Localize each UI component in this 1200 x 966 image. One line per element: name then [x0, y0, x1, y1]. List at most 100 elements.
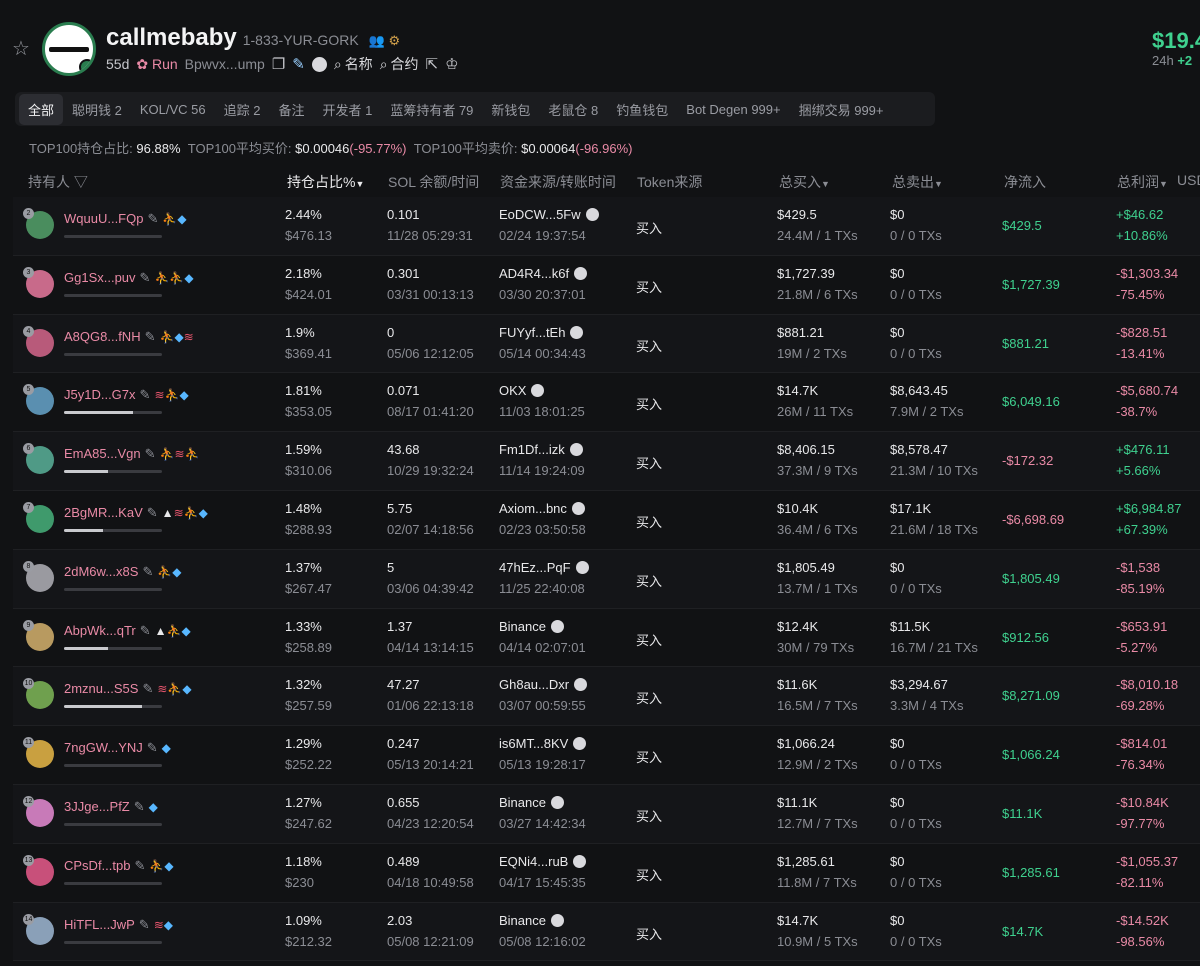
holder-address[interactable]: 3JJge...PfZ [64, 799, 130, 814]
favorite-star-icon[interactable]: ☆ [12, 38, 34, 60]
holder-address[interactable]: A8QG8...fNH [64, 329, 141, 344]
search-contract-link[interactable]: ⌕ 合约 [380, 54, 419, 74]
table-row[interactable]: 2 WquuU...FQp ✎ ⛹◆ 2.44% $476.13 0.101 11/… [13, 197, 1200, 256]
fund-source[interactable]: 47hEz...PqF [499, 560, 589, 575]
fund-source[interactable]: FUYyf...tEh [499, 325, 584, 340]
edit-icon[interactable]: ✎ [139, 917, 150, 932]
tab-5[interactable]: 开发者 1 [313, 94, 381, 125]
external-link-icon[interactable]: ⇱ [426, 55, 439, 73]
holder-cell[interactable]: CPsDf...tpb ✎ ⛹◆ [64, 858, 174, 874]
fund-source[interactable]: AD4R4...k6f [499, 266, 588, 281]
holder-cell[interactable]: EmA85...Vgn ✎ ⛹≋⛹ [64, 446, 199, 462]
col-token-source[interactable]: Token来源 [637, 172, 702, 192]
fund-source[interactable]: EQNi4...ruB [499, 854, 587, 869]
table-row[interactable]: 9 AbpWk...qTr ✎ ▲⛹◆ 1.33% $258.89 1.37 04/… [13, 609, 1200, 668]
tab-4[interactable]: 备注 [269, 94, 313, 125]
source-menu-icon[interactable] [570, 325, 584, 339]
fund-source[interactable]: Gh8au...Dxr [499, 677, 588, 692]
menu-circle-icon[interactable] [311, 56, 327, 72]
fund-source[interactable]: Axiom...bnc [499, 501, 585, 516]
holder-address[interactable]: AbpWk...qTr [64, 623, 136, 638]
holder-cell[interactable]: Gg1Sx...puv ✎ ⛹⛹◆ [64, 270, 194, 286]
fund-source[interactable]: Binance [499, 913, 564, 928]
edit-icon[interactable]: ✎ [145, 446, 156, 461]
tab-7[interactable]: 新钱包 [482, 94, 539, 125]
holder-cell[interactable]: 2mznu...S5S ✎ ≋⛹◆ [64, 681, 192, 697]
copy-icon[interactable]: ❐ [272, 55, 285, 73]
holder-address[interactable]: WquuU...FQp [64, 211, 143, 226]
table-row[interactable]: 5 J5y1D...G7x ✎ ≋⛹◆ 1.81% $353.05 0.071 08… [13, 373, 1200, 433]
table-row[interactable]: 12 3JJge...PfZ ✎ ◆ 1.27% $247.62 0.655 04/… [13, 784, 1200, 844]
source-menu-icon[interactable] [569, 443, 583, 457]
table-row[interactable]: 4 A8QG8...fNH ✎ ⛹◆≋ 1.9% $369.41 0 05/06 1… [13, 314, 1200, 374]
edit-icon[interactable]: ✎ [142, 681, 153, 696]
source-menu-icon[interactable] [550, 795, 564, 809]
holder-address[interactable]: 2dM6w...x8S [64, 564, 138, 579]
fund-source[interactable]: Binance [499, 795, 564, 810]
source-menu-icon[interactable] [575, 560, 589, 574]
fund-source[interactable]: EoDCW...5Fw [499, 207, 599, 222]
crown-icon[interactable]: ♔ [445, 55, 458, 73]
table-row[interactable]: 7 2BgMR...KaV ✎ ▲≋⛹◆ 1.48% $288.93 5.75 02… [13, 491, 1200, 550]
col-total-buy[interactable]: 总买入▼ [779, 172, 830, 192]
source-menu-icon[interactable] [571, 501, 585, 515]
holder-cell[interactable]: HiTFL...JwP ✎ ≋◆ [64, 917, 173, 933]
holder-address[interactable]: 2BgMR...KaV [64, 505, 143, 520]
source-menu-icon[interactable] [574, 678, 588, 692]
holder-cell[interactable]: WquuU...FQp ✎ ⛹◆ [64, 211, 187, 227]
table-row[interactable]: 3 Gg1Sx...puv ✎ ⛹⛹◆ 2.18% $424.01 0.301 03… [13, 256, 1200, 315]
col-holder[interactable]: 持有人 ▽ [28, 172, 88, 192]
table-row[interactable]: 10 2mznu...S5S ✎ ≋⛹◆ 1.32% $257.59 47.27 0… [13, 667, 1200, 727]
edit-icon[interactable]: ✎ [134, 858, 145, 873]
feather-icon[interactable]: ✎ [292, 55, 305, 73]
tab-2[interactable]: KOL/VC 56 [131, 96, 215, 123]
holder-address[interactable]: 2mznu...S5S [64, 681, 138, 696]
holder-address[interactable]: 7ngGW...YNJ [64, 740, 143, 755]
fund-source[interactable]: OKX [499, 383, 545, 398]
col-source[interactable]: 资金来源/转账时间 [500, 172, 616, 192]
table-row[interactable]: 11 7ngGW...YNJ ✎ ◆ 1.29% $252.22 0.247 05/… [13, 726, 1200, 785]
holder-cell[interactable]: AbpWk...qTr ✎ ▲⛹◆ [64, 623, 191, 639]
tab-11[interactable]: 捆绑交易 999+ [790, 94, 893, 125]
edit-icon[interactable]: ✎ [140, 270, 151, 285]
source-menu-icon[interactable] [585, 208, 599, 221]
source-menu-icon[interactable] [573, 737, 587, 751]
holder-cell[interactable]: 7ngGW...YNJ ✎ ◆ [64, 740, 171, 756]
holder-address[interactable]: EmA85...Vgn [64, 446, 141, 461]
edit-icon[interactable]: ✎ [147, 740, 158, 755]
holder-cell[interactable]: 2BgMR...KaV ✎ ▲≋⛹◆ [64, 505, 208, 521]
table-row[interactable]: 8 2dM6w...x8S ✎ ⛹◆ 1.37% $267.47 5 03/06 0… [13, 549, 1200, 609]
fund-source[interactable]: is6MT...8KV [499, 736, 587, 751]
col-total-sell[interactable]: 总卖出▼ [892, 172, 943, 192]
holder-address[interactable]: HiTFL...JwP [64, 917, 135, 932]
holder-cell[interactable]: 3JJge...PfZ ✎ ◆ [64, 799, 158, 815]
holder-cell[interactable]: J5y1D...G7x ✎ ≋⛹◆ [64, 387, 189, 403]
source-menu-icon[interactable] [573, 854, 587, 868]
holder-cell[interactable]: 2dM6w...x8S ✎ ⛹◆ [64, 564, 182, 580]
edit-icon[interactable]: ✎ [134, 799, 145, 814]
tab-0[interactable]: 全部 [19, 93, 64, 125]
col-share[interactable]: 持仓占比%▼ [287, 172, 364, 192]
col-sol[interactable]: SOL 余额/时间 [388, 172, 479, 192]
edit-icon[interactable]: ✎ [145, 329, 156, 344]
edit-icon[interactable]: ✎ [147, 505, 158, 520]
edit-icon[interactable]: ✎ [140, 387, 151, 402]
holder-cell[interactable]: A8QG8...fNH ✎ ⛹◆≋ [64, 329, 194, 345]
filter-icon[interactable]: ▽ [74, 174, 88, 190]
edit-icon[interactable]: ✎ [147, 211, 158, 226]
tab-9[interactable]: 钓鱼钱包 [607, 94, 677, 125]
col-total-profit[interactable]: 总利润▼ [1117, 172, 1168, 192]
search-name-link[interactable]: ⌕ 名称 [334, 54, 373, 74]
source-menu-icon[interactable] [550, 619, 564, 633]
tab-8[interactable]: 老鼠仓 8 [539, 94, 607, 125]
tab-3[interactable]: 追踪 2 [215, 94, 270, 125]
fund-source[interactable]: Fm1Df...izk [499, 442, 583, 457]
source-menu-icon[interactable] [550, 913, 564, 927]
fund-source[interactable]: Binance [499, 619, 564, 634]
tab-1[interactable]: 聪明钱 2 [63, 94, 131, 125]
edit-icon[interactable]: ✎ [140, 623, 151, 638]
col-usd[interactable]: USD [1177, 172, 1200, 188]
table-row[interactable]: 13 CPsDf...tpb ✎ ⛹◆ 1.18% $230 0.489 04/18… [13, 844, 1200, 903]
holder-address[interactable]: CPsDf...tpb [64, 858, 130, 873]
tab-6[interactable]: 蓝筹持有者 79 [381, 94, 482, 125]
